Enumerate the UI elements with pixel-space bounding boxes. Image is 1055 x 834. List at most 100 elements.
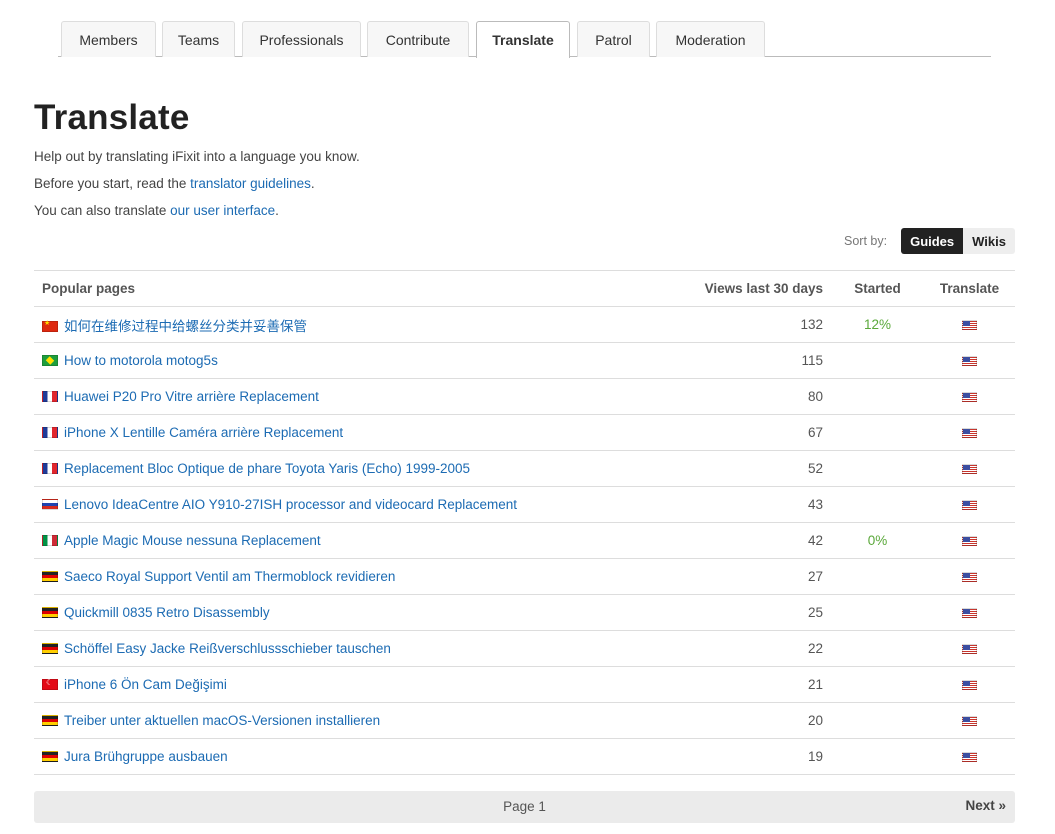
views-cell: 19 <box>665 738 831 775</box>
us-flag-icon[interactable] <box>962 464 977 475</box>
started-cell: 0% <box>831 522 924 559</box>
table-row: iPhone 6 Ön Cam Değişimi 21 <box>34 666 1015 703</box>
translate-cell <box>924 486 1015 523</box>
translate-cell <box>924 306 1015 343</box>
us-flag-icon[interactable] <box>962 536 977 547</box>
page-link[interactable]: Schöffel Easy Jacke Reißverschlussschieb… <box>64 641 391 656</box>
page-link[interactable]: Jura Brühgruppe ausbauen <box>64 749 228 764</box>
tab-patrol[interactable]: Patrol <box>577 21 650 57</box>
us-flag-icon[interactable] <box>962 356 977 367</box>
table-row: Replacement Bloc Optique de phare Toyota… <box>34 450 1015 487</box>
started-cell <box>831 558 924 595</box>
started-cell <box>831 486 924 523</box>
us-flag-icon[interactable] <box>962 752 977 763</box>
table-row: Schöffel Easy Jacke Reißverschlussschieb… <box>34 630 1015 667</box>
table-row: Lenovo IdeaCentre AIO Y910-27ISH process… <box>34 486 1015 523</box>
us-flag-icon[interactable] <box>962 428 977 439</box>
table-row: Treiber unter aktuellen macOS-Versionen … <box>34 702 1015 739</box>
br-flag-icon <box>42 355 58 366</box>
us-flag-icon[interactable] <box>962 500 977 511</box>
views-cell: 22 <box>665 630 831 667</box>
us-flag-icon[interactable] <box>962 680 977 691</box>
page-cell: Jura Brühgruppe ausbauen <box>34 738 665 775</box>
col-translate: Translate <box>924 270 1015 307</box>
page-link[interactable]: Quickmill 0835 Retro Disassembly <box>64 605 270 620</box>
guidelines-suffix: . <box>310 176 315 191</box>
page-link[interactable]: iPhone 6 Ön Cam Değişimi <box>64 677 227 692</box>
de-flag-icon <box>42 571 58 582</box>
page-cell: Quickmill 0835 Retro Disassembly <box>34 594 665 631</box>
us-flag-icon[interactable] <box>962 392 977 403</box>
table-row: Apple Magic Mouse nessuna Replacement 42 0… <box>34 522 1015 559</box>
us-flag-icon[interactable] <box>962 608 977 619</box>
tab-moderation[interactable]: Moderation <box>656 21 765 57</box>
page-link[interactable]: 如何在维修过程中给螺丝分类并妥善保管 <box>64 319 307 334</box>
tab-translate[interactable]: Translate <box>476 21 570 58</box>
started-cell <box>831 702 924 739</box>
views-cell: 115 <box>665 342 831 379</box>
tab-members[interactable]: Members <box>61 21 156 57</box>
tab-professionals[interactable]: Professionals <box>242 21 361 57</box>
page-link[interactable]: How to motorola motog5s <box>64 353 218 368</box>
it-flag-icon <box>42 535 58 546</box>
us-flag-icon[interactable] <box>962 644 977 655</box>
page-cell: iPhone X Lentille Caméra arrière Replace… <box>34 414 665 451</box>
tab-contribute[interactable]: Contribute <box>367 21 469 57</box>
views-cell: 67 <box>665 414 831 451</box>
translator-guidelines-link[interactable]: translator guidelines <box>190 176 311 191</box>
started-cell <box>831 738 924 775</box>
started-cell <box>831 630 924 667</box>
intro-text: Help out by translating iFixit into a la… <box>34 149 360 164</box>
page-link[interactable]: Apple Magic Mouse nessuna Replacement <box>64 533 321 548</box>
table-row: 如何在维修过程中给螺丝分类并妥善保管 13212% <box>34 306 1015 343</box>
user-interface-link[interactable]: our user interface <box>170 203 275 218</box>
started-cell <box>831 594 924 631</box>
views-cell: 27 <box>665 558 831 595</box>
table-row: iPhone X Lentille Caméra arrière Replace… <box>34 414 1015 451</box>
fr-flag-icon <box>42 427 58 438</box>
table-header-row: Popular pages Views last 30 days Started… <box>34 270 1015 307</box>
views-cell: 20 <box>665 702 831 739</box>
page-link[interactable]: Saeco Royal Support Ventil am Thermobloc… <box>64 569 395 584</box>
page-cell: How to motorola motog5s <box>34 342 665 379</box>
page-cell: 如何在维修过程中给螺丝分类并妥善保管 <box>34 306 665 343</box>
views-cell: 80 <box>665 378 831 415</box>
col-popular-pages: Popular pages <box>34 270 665 307</box>
us-flag-icon[interactable] <box>962 320 977 331</box>
next-page-button[interactable]: Next » <box>965 798 1006 813</box>
page-link[interactable]: Treiber unter aktuellen macOS-Versionen … <box>64 713 380 728</box>
page-link[interactable]: Huawei P20 Pro Vitre arrière Replacement <box>64 389 319 404</box>
us-flag-icon[interactable] <box>962 572 977 583</box>
section-tabs: Members Teams Professionals Contribute T… <box>58 21 991 58</box>
sort-label: Sort by: <box>844 234 888 248</box>
translate-cell <box>924 558 1015 595</box>
page-link[interactable]: iPhone X Lentille Caméra arrière Replace… <box>64 425 343 440</box>
translate-cell <box>924 738 1015 775</box>
popular-pages-table: Popular pages Views last 30 days Started… <box>34 270 1015 775</box>
page-cell: Saeco Royal Support Ventil am Thermobloc… <box>34 558 665 595</box>
table-row: Jura Brühgruppe ausbauen 19 <box>34 738 1015 775</box>
translate-cell <box>924 450 1015 487</box>
page-link[interactable]: Replacement Bloc Optique de phare Toyota… <box>64 461 470 476</box>
page-title: Translate <box>34 98 190 137</box>
views-cell: 25 <box>665 594 831 631</box>
de-flag-icon <box>42 751 58 762</box>
translate-cell <box>924 522 1015 559</box>
us-flag-icon[interactable] <box>962 716 977 727</box>
col-started: Started <box>831 270 924 307</box>
table-row: How to motorola motog5s 115 <box>34 342 1015 379</box>
translate-cell <box>924 378 1015 415</box>
started-cell: 12% <box>831 306 924 343</box>
translate-cell <box>924 702 1015 739</box>
views-cell: 21 <box>665 666 831 703</box>
translate-cell <box>924 594 1015 631</box>
pagination-bar: Page 1 Next » <box>34 791 1015 823</box>
page-link[interactable]: Lenovo IdeaCentre AIO Y910-27ISH process… <box>64 497 517 512</box>
sort-wikis-button[interactable]: Wikis <box>963 228 1015 254</box>
tr-flag-icon <box>42 678 58 690</box>
sort-guides-button[interactable]: Guides <box>901 228 964 254</box>
tab-teams[interactable]: Teams <box>162 21 235 57</box>
translate-cell <box>924 630 1015 667</box>
started-cell <box>831 414 924 451</box>
page-cell: Apple Magic Mouse nessuna Replacement <box>34 522 665 559</box>
